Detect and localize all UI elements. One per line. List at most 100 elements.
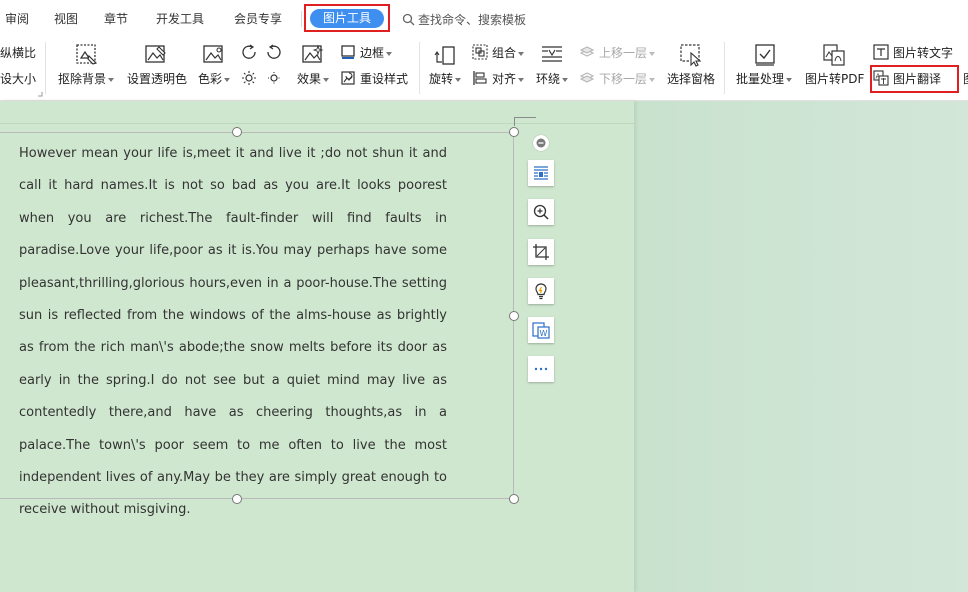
border-icon	[341, 45, 355, 59]
ribbon-divider	[724, 42, 725, 94]
ribbon-divider	[45, 42, 46, 94]
batch-process-button[interactable]: 批量处理	[736, 72, 793, 86]
crop-icon	[533, 244, 549, 260]
to-word-icon: W	[532, 322, 550, 339]
tab-chapter[interactable]: 章节	[104, 10, 128, 27]
transparent-color-icon	[145, 45, 166, 63]
dialog-launcher-icon[interactable]	[38, 92, 43, 97]
more-icon	[534, 367, 548, 371]
margin-corner-mark	[514, 117, 536, 118]
tab-picture-tools[interactable]: 图片工具	[310, 9, 384, 28]
remove-background-label: 抠除背景	[58, 72, 107, 86]
border-button[interactable]: 边框	[360, 46, 393, 60]
reset-style-button[interactable]: 重设样式	[360, 72, 408, 86]
page-margin-line	[0, 123, 634, 124]
picture-to-pdf-button[interactable]: 图片转PDF	[805, 72, 864, 86]
collapse-toolbar-button[interactable]	[533, 135, 549, 151]
command-search[interactable]: 查找命令、搜索模板	[402, 10, 526, 28]
ribbon-toolbar: 纵横比 设大小 抠除背景 设置透明色 色彩 效果 边框 重设样式 旋转 组合 对…	[0, 38, 968, 101]
group-button[interactable]: 组合	[492, 46, 525, 60]
selection-pane-button[interactable]: 选择窗格	[667, 72, 715, 86]
bring-forward-button[interactable]: 上移一层	[599, 46, 656, 60]
tab-developer[interactable]: 开发工具	[156, 10, 204, 27]
reset-style-icon	[341, 71, 355, 85]
align-icon	[473, 71, 487, 85]
align-button[interactable]: 对齐	[492, 72, 525, 86]
picture-text-paragraph: However mean your life is,meet it and li…	[19, 146, 447, 518]
remove-background-button[interactable]: 抠除背景	[58, 72, 115, 86]
color-palette-icon	[203, 45, 223, 63]
tab-view[interactable]: 视图	[54, 10, 78, 27]
more-options-button[interactable]	[528, 356, 554, 382]
send-backward-label: 下移一层	[599, 72, 648, 86]
dropdown-caret-icon	[518, 51, 525, 56]
zoom-preview-button[interactable]	[528, 199, 554, 225]
aspect-ratio-button[interactable]: 纵横比	[0, 46, 36, 60]
brightness-decrease-icon[interactable]	[266, 70, 282, 86]
more-tools-button[interactable]: 图	[963, 72, 968, 86]
batch-process-label: 批量处理	[736, 72, 785, 86]
idea-icon	[535, 283, 547, 300]
resize-handle-top[interactable]	[232, 127, 242, 137]
picture-to-text-icon	[873, 44, 889, 60]
resize-button[interactable]: 设大小	[0, 72, 36, 86]
rotate-button[interactable]: 旋转	[429, 72, 462, 86]
rotate-right-icon[interactable]	[266, 44, 282, 60]
effects-icon	[302, 44, 324, 63]
workspace-background	[634, 101, 968, 592]
smart-suggest-button[interactable]	[528, 278, 554, 304]
rotate-icon	[434, 46, 455, 65]
wrap-label: 环绕	[536, 72, 561, 86]
remove-background-icon	[76, 44, 98, 65]
collapse-icon	[536, 138, 546, 148]
tab-review[interactable]: 审阅	[5, 10, 29, 27]
resize-handle-bottom-right[interactable]	[509, 494, 519, 504]
dropdown-caret-icon	[323, 77, 330, 82]
dropdown-caret-icon	[108, 77, 115, 82]
dropdown-caret-icon	[386, 51, 393, 56]
align-label: 对齐	[492, 72, 517, 86]
highlight-box-translate	[870, 65, 959, 93]
dropdown-caret-icon	[649, 51, 656, 56]
dropdown-caret-icon	[224, 77, 231, 82]
crop-button[interactable]	[528, 239, 554, 265]
send-backward-button[interactable]: 下移一层	[599, 72, 656, 86]
dropdown-caret-icon	[518, 77, 525, 82]
zoom-in-icon	[533, 204, 549, 220]
picture-to-pdf-icon	[823, 44, 845, 66]
text-wrap-icon	[534, 166, 548, 180]
send-backward-icon	[579, 72, 595, 83]
layout-options-button[interactable]	[528, 160, 554, 186]
picture-to-word-button[interactable]: W	[528, 317, 554, 343]
search-placeholder: 查找命令、搜索模板	[418, 12, 527, 27]
resize-handle-top-right[interactable]	[509, 127, 519, 137]
bring-forward-icon	[579, 46, 595, 57]
dropdown-caret-icon	[786, 77, 793, 82]
resize-handle-right[interactable]	[509, 311, 519, 321]
effects-button[interactable]: 效果	[297, 72, 330, 86]
margin-corner-mark	[514, 117, 515, 126]
bring-forward-label: 上移一层	[599, 46, 648, 60]
rotate-left-icon[interactable]	[241, 44, 257, 60]
set-transparent-button[interactable]: 设置透明色	[127, 72, 187, 86]
picture-to-text-button[interactable]: 图片转文字	[893, 46, 953, 60]
wrap-button[interactable]: 环绕	[536, 72, 569, 86]
selection-pane-icon	[680, 44, 702, 67]
group-icon	[472, 44, 488, 60]
svg-text:W: W	[540, 329, 548, 338]
color-button[interactable]: 色彩	[198, 72, 231, 86]
border-label: 边框	[360, 46, 385, 60]
ribbon-divider	[419, 42, 420, 94]
brightness-increase-icon[interactable]	[241, 70, 257, 86]
color-label: 色彩	[198, 72, 223, 86]
batch-process-icon	[755, 44, 775, 66]
dropdown-caret-icon	[649, 77, 656, 82]
group-label: 组合	[492, 46, 517, 60]
rotate-label: 旋转	[429, 72, 454, 86]
tab-bar: 审阅 视图 章节 开发工具 会员专享 图片工具 查找命令、搜索模板	[0, 0, 968, 38]
search-icon	[402, 13, 415, 25]
wrap-text-icon	[542, 46, 562, 62]
tab-member[interactable]: 会员专享	[234, 10, 282, 27]
dropdown-caret-icon	[455, 77, 462, 82]
effects-label: 效果	[297, 72, 322, 86]
